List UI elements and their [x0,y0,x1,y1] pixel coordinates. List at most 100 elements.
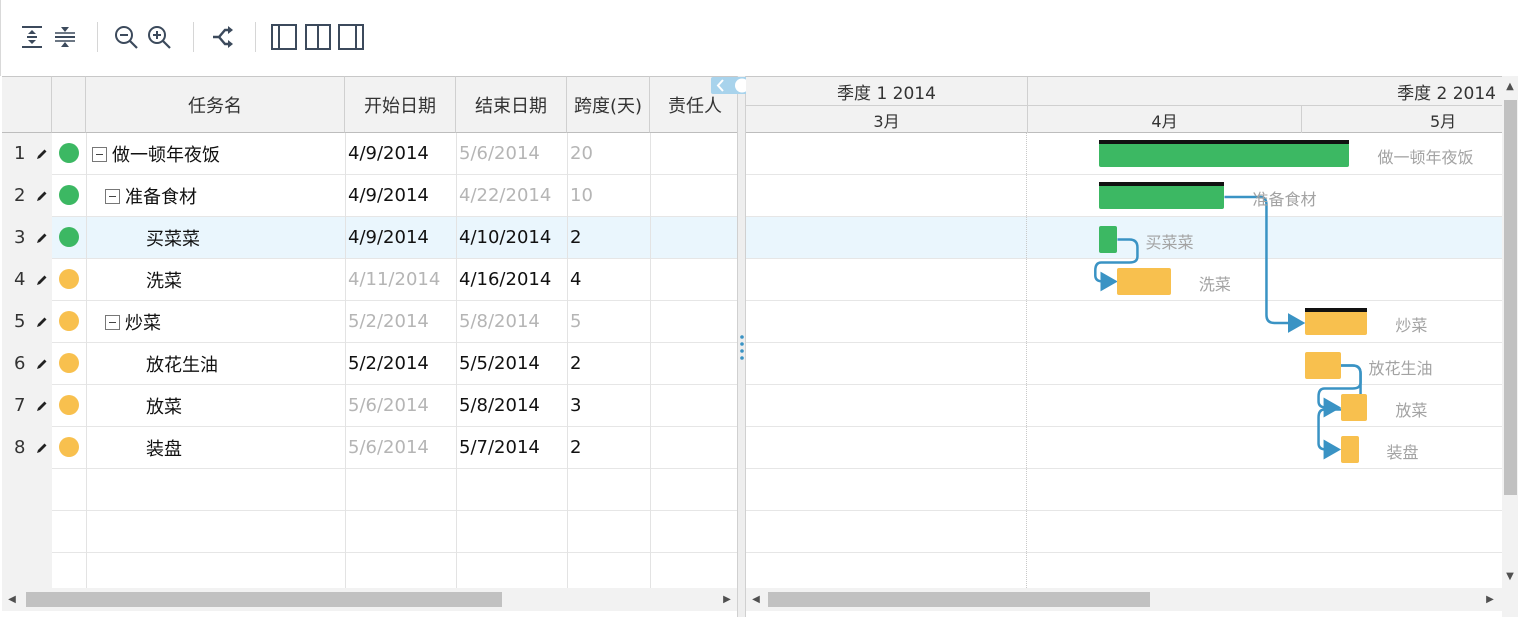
column-header-duration[interactable]: 跨度(天) [567,76,650,133]
table-row[interactable]: 炒菜 5/2/2014 5/8/2014 5 [2,301,740,343]
table-row[interactable]: 装盘 5/6/2014 5/7/2014 2 [2,427,740,469]
pane-splitter[interactable] [737,76,746,617]
end-date-cell[interactable]: 5/8/2014 [459,385,540,426]
end-date-cell[interactable]: 5/8/2014 [459,301,540,342]
edit-pencil-icon[interactable] [36,358,48,370]
duration-cell[interactable]: 4 [570,259,581,300]
owner-cell[interactable] [653,301,740,342]
task-bar[interactable] [1340,394,1368,421]
task-name-cell[interactable]: 放菜 [146,385,182,426]
end-date-cell[interactable]: 4/16/2014 [459,259,551,300]
column-header-start[interactable]: 开始日期 [345,76,456,133]
summary-bar[interactable] [1099,143,1350,167]
table-row[interactable]: 放花生油 5/2/2014 5/5/2014 2 [2,343,740,385]
collapse-toggle-icon[interactable] [105,189,120,204]
task-name-cell[interactable]: 炒菜 [105,301,161,342]
gantt-horizontal-scrollbar[interactable]: ◀ ▶ [746,588,1502,611]
duration-cell[interactable]: 20 [570,133,593,174]
gantt-vertical-scrollbar[interactable]: ▲ ▼ [1502,76,1518,617]
critical-path-button[interactable] [207,22,237,52]
task-name: 装盘 [146,438,182,460]
start-date-cell[interactable]: 4/9/2014 [348,217,429,258]
collapse-toggle-icon[interactable] [105,315,120,330]
zoom-out-button[interactable] [111,22,141,52]
duration-cell[interactable]: 3 [570,385,581,426]
column-header-end[interactable]: 结束日期 [456,76,567,133]
edit-pencil-icon[interactable] [36,232,48,244]
expand-all-button[interactable] [17,22,47,52]
end-date-cell[interactable]: 4/22/2014 [459,175,551,216]
task-name-cell[interactable]: 准备食材 [105,175,197,216]
task-name-cell[interactable]: 装盘 [146,427,182,468]
scroll-left-icon[interactable]: ◀ [748,588,764,611]
end-date-cell[interactable]: 5/6/2014 [459,133,540,174]
edit-pencil-icon[interactable] [36,274,48,286]
start-date-cell[interactable]: 4/9/2014 [348,175,429,216]
show-chart-only-button[interactable] [336,22,366,52]
owner-cell[interactable] [653,343,740,384]
end-date-cell[interactable]: 4/10/2014 [459,217,551,258]
owner-cell[interactable] [653,427,740,468]
column-header-name[interactable]: 任务名 [86,76,345,133]
table-row[interactable]: 买菜菜 4/9/2014 4/10/2014 2 [2,217,740,259]
owner-cell[interactable] [653,217,740,258]
start-date-cell[interactable]: 5/6/2014 [348,385,429,426]
task-name-cell[interactable]: 买菜菜 [146,217,200,258]
table-row[interactable]: 洗菜 4/11/2014 4/16/2014 4 [2,259,740,301]
duration-cell[interactable]: 2 [570,217,581,258]
table-row[interactable]: 准备食材 4/9/2014 4/22/2014 10 [2,175,740,217]
scroll-up-icon[interactable]: ▲ [1502,76,1518,96]
grid-horizontal-scrollbar[interactable]: ◀ ▶ [2,588,737,611]
duration-cell[interactable]: 10 [570,175,593,216]
scroll-left-icon[interactable]: ◀ [4,588,20,611]
collapse-all-button[interactable] [50,22,80,52]
edit-pencil-icon[interactable] [36,442,48,454]
scroll-right-icon[interactable]: ▶ [719,588,735,611]
duration-cell[interactable]: 2 [570,427,581,468]
scroll-right-icon[interactable]: ▶ [1482,588,1498,611]
duration-cell[interactable]: 2 [570,343,581,384]
show-grid-only-button[interactable] [269,22,299,52]
duration-cell[interactable]: 5 [570,301,581,342]
show-both-button[interactable] [303,22,333,52]
task-bar[interactable] [1117,268,1171,295]
empty-row [2,469,740,511]
gantt-scroll-thumb[interactable] [768,592,1150,607]
scroll-down-icon[interactable]: ▼ [1502,566,1518,586]
start-date-cell[interactable]: 5/2/2014 [348,343,429,384]
dependency-link[interactable] [1224,195,1306,333]
task-name-cell[interactable]: 洗菜 [146,259,182,300]
table-row[interactable]: 做一顿年夜饭 4/9/2014 5/6/2014 20 [2,133,740,175]
edit-pencil-icon[interactable] [36,148,48,160]
table-row[interactable]: 放菜 5/6/2014 5/8/2014 3 [2,385,740,427]
start-date-cell[interactable]: 4/11/2014 [348,259,440,300]
start-date-cell[interactable]: 4/9/2014 [348,133,429,174]
edit-pencil-icon[interactable] [36,400,48,412]
owner-cell[interactable] [653,133,740,174]
start-date-cell[interactable]: 5/6/2014 [348,427,429,468]
owner-cell[interactable] [653,385,740,426]
owner-cell[interactable] [653,259,740,300]
task-name-cell[interactable]: 做一顿年夜饭 [92,133,220,174]
month-header: 4月 [1028,106,1302,133]
edit-pencil-icon[interactable] [36,190,48,202]
owner-cell[interactable] [653,175,740,216]
collapse-toggle-icon[interactable] [92,147,107,162]
quarter-header: 季度 1 2014 [746,77,1028,106]
task-bar[interactable] [1340,436,1359,463]
start-date-cell[interactable]: 5/2/2014 [348,301,429,342]
task-bar[interactable] [1304,352,1341,379]
gantt-vertical-thumb[interactable] [1504,100,1517,495]
column-divider [456,133,457,588]
grid-scroll-thumb[interactable] [26,592,502,607]
row-number: 3 [2,217,52,258]
end-date-cell[interactable]: 5/5/2014 [459,343,540,384]
end-date-cell[interactable]: 5/7/2014 [459,427,540,468]
edit-pencil-icon[interactable] [36,316,48,328]
summary-bar[interactable] [1304,311,1368,335]
summary-bar[interactable] [1099,185,1225,209]
task-bar[interactable] [1099,226,1118,253]
drag-handle-icon[interactable] [739,334,745,360]
task-name-cell[interactable]: 放花生油 [146,343,218,384]
zoom-in-button[interactable] [144,22,174,52]
